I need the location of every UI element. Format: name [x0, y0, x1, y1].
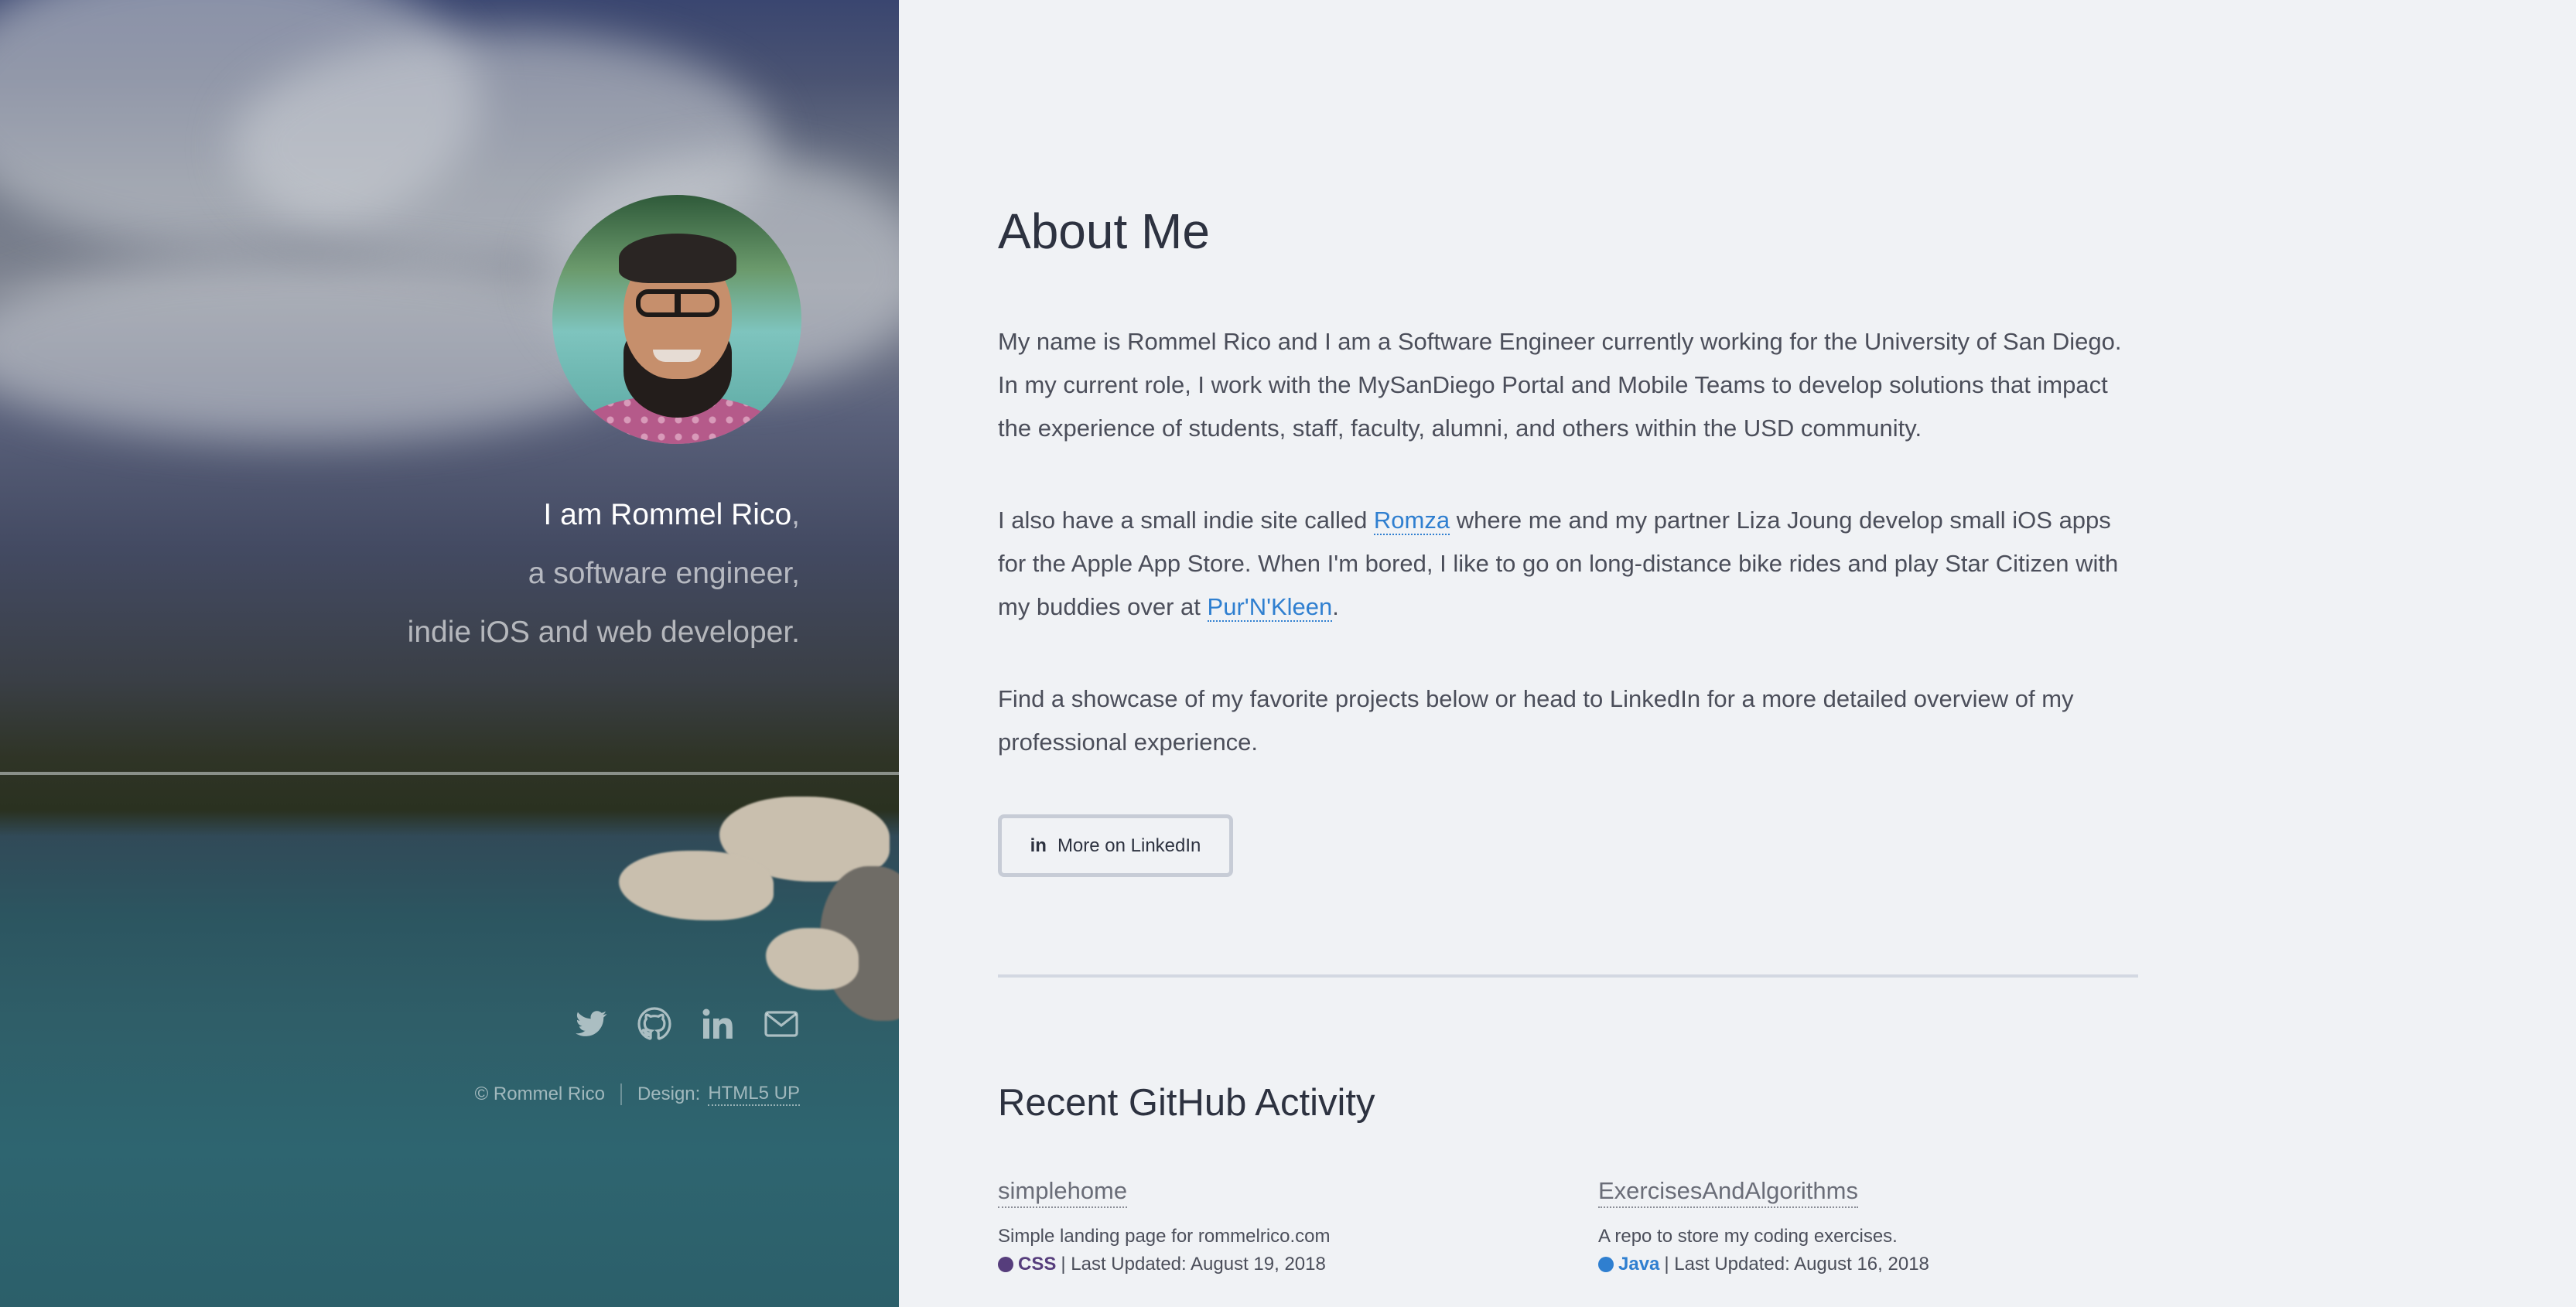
design-label: Design: [637, 1083, 701, 1104]
about-paragraph-2: I also have a small indie site called Ro… [998, 507, 2119, 622]
design-credit-link[interactable]: HTML5 UP [708, 1083, 800, 1106]
repo-updated: | Last Updated: August 16, 2018 [1664, 1254, 1929, 1275]
repo-meta: CSS | Last Updated: August 19, 2018 [998, 1250, 1539, 1279]
repo-language: Java [1618, 1254, 1660, 1275]
email-icon[interactable] [763, 1005, 800, 1043]
background-rock [766, 928, 859, 990]
repo-card: simplehome Simple landing page for romme… [998, 1176, 1539, 1279]
about-title: About Me [998, 203, 1210, 259]
intro-line-3: indie iOS and web developer. [407, 616, 800, 649]
repo-name-link[interactable]: simplehome [998, 1176, 1128, 1208]
linkedin-button[interactable]: in More on LinkedIn [998, 814, 1233, 877]
section-divider [998, 974, 2138, 978]
copyright: © Rommel Rico Design: HTML5 UP [475, 1083, 800, 1106]
repo-description: Simple landing page for rommelrico.com [998, 1226, 1331, 1247]
about-paragraph-3: Find a showcase of my favorite projects … [998, 685, 2074, 756]
repo-card: ExercisesAndAlgorithms A repo to store m… [1598, 1176, 2140, 1279]
main-content: About Me My name is Rommel Rico and I am… [998, 0, 2138, 1307]
intro-name: I am Rommel Rico [543, 498, 792, 531]
language-dot-icon [1598, 1257, 1614, 1272]
linkedin-icon[interactable] [699, 1005, 736, 1043]
purnkleen-link[interactable]: Pur'N'Kleen [1207, 593, 1333, 622]
intro-line-1: I am Rommel Rico, [543, 498, 800, 531]
linkedin-icon: in [1030, 834, 1047, 856]
romza-link[interactable]: Romza [1373, 507, 1450, 535]
about-paragraph-1: My name is Rommel Rico and I am a Softwa… [998, 328, 2122, 442]
linkedin-button-label: More on LinkedIn [1057, 834, 1201, 856]
language-dot-icon [998, 1257, 1013, 1272]
intro-line-2: a software engineer, [528, 557, 800, 590]
repo-updated: | Last Updated: August 19, 2018 [1061, 1254, 1326, 1275]
intro-text: I am Rommel Rico, a software engineer, i… [408, 486, 800, 662]
avatar [552, 195, 801, 444]
repo-language: CSS [1018, 1254, 1057, 1275]
repo-meta: Java | Last Updated: August 16, 2018 [1598, 1250, 2140, 1279]
twitter-icon[interactable] [572, 1005, 610, 1043]
github-title: Recent GitHub Activity [998, 1082, 1375, 1124]
copyright-text: © Rommel Rico [474, 1083, 605, 1104]
repo-description: A repo to store my coding exercises. [1598, 1226, 1898, 1247]
social-icons [572, 1005, 800, 1043]
repo-name-link[interactable]: ExercisesAndAlgorithms [1598, 1176, 1858, 1208]
github-icon[interactable] [636, 1005, 673, 1043]
background-horizon [0, 772, 899, 775]
copyright-separator [620, 1083, 622, 1105]
header-panel: I am Rommel Rico, a software engineer, i… [0, 0, 899, 1307]
background-rock [619, 851, 774, 920]
